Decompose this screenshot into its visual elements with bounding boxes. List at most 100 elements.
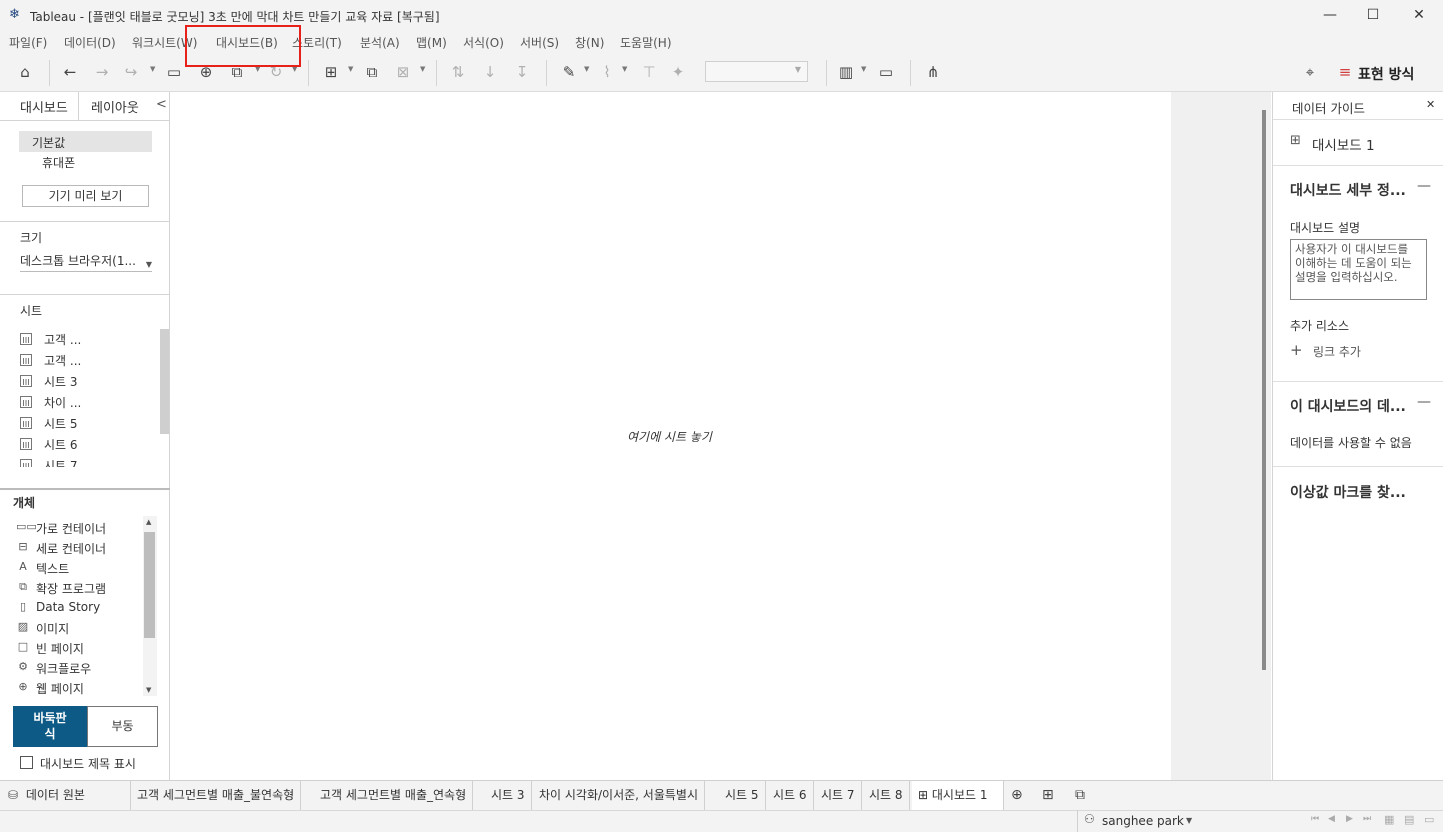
duplicate-sheet-icon[interactable]: ⧉: [361, 62, 383, 82]
description-textarea[interactable]: 사용자가 이 대시보드를 이해하는 데 도움이 되는 설명을 입력하십시오.: [1290, 239, 1427, 300]
show-cards-icon[interactable]: ▥: [835, 62, 857, 82]
menu-map[interactable]: 맵(M): [416, 34, 447, 51]
close-icon[interactable]: ✕: [1426, 98, 1435, 111]
object-item[interactable]: 이미지: [36, 620, 69, 637]
sheet-tab[interactable]: 시트 8: [863, 781, 910, 811]
device-preview-button[interactable]: 기기 미리 보기: [22, 185, 149, 207]
new-sheet-dropdown-icon[interactable]: ▼: [348, 65, 353, 73]
highlight-dropdown-icon[interactable]: ▼: [584, 65, 589, 73]
menu-help[interactable]: 도움말(H): [620, 34, 672, 51]
redo-icon[interactable]: →: [91, 62, 113, 82]
swap-icon[interactable]: ⇅: [447, 62, 469, 82]
menu-format[interactable]: 서식(O): [463, 34, 504, 51]
sheet-tab[interactable]: 시트 3: [485, 781, 532, 811]
object-item[interactable]: Data Story: [36, 600, 100, 614]
sheet-list-scrollbar[interactable]: [160, 329, 169, 434]
menu-data[interactable]: 데이터(D): [64, 34, 116, 51]
clear-sheet-icon[interactable]: ⊠: [392, 62, 414, 82]
object-item[interactable]: 확장 프로그램: [36, 580, 106, 597]
show-me-label[interactable]: 표현 방식: [1358, 64, 1414, 84]
scroll-down-icon[interactable]: ▼: [146, 686, 151, 694]
sort-descending-icon[interactable]: ↧: [511, 62, 533, 82]
show-title-checkbox[interactable]: [20, 756, 33, 769]
presentation-mode-icon[interactable]: ▭: [875, 62, 897, 82]
outliers-section-title[interactable]: 이상값 마크를 찾...: [1290, 482, 1406, 502]
collapse-icon[interactable]: —: [1417, 178, 1431, 194]
sheet-tab[interactable]: 고객 세그먼트별 매출_연속형: [314, 781, 474, 811]
share-icon[interactable]: ⋔: [922, 62, 944, 82]
last-sheet-icon[interactable]: ⏭: [1363, 814, 1371, 824]
sheet-tab[interactable]: 시트 6: [767, 781, 814, 811]
menu-server[interactable]: 서버(S): [520, 34, 559, 51]
new-sheet-icon[interactable]: ⊞: [320, 62, 342, 82]
menu-analysis[interactable]: 분석(A): [360, 34, 400, 51]
clear-dropdown-icon[interactable]: ▼: [420, 65, 425, 73]
menu-file[interactable]: 파일(F): [9, 34, 47, 51]
data-guide-icon[interactable]: ⌖: [1299, 62, 1321, 82]
floating-button[interactable]: 부동: [87, 706, 158, 747]
minimize-button[interactable]: —: [1307, 3, 1353, 27]
sheet-item[interactable]: 시트 6: [44, 436, 78, 453]
sheet-item[interactable]: 시트 5: [44, 415, 78, 432]
attach-icon[interactable]: ⌇: [596, 62, 618, 82]
canvas-scrollbar[interactable]: [1262, 110, 1266, 670]
replay-icon[interactable]: ↪: [120, 62, 142, 82]
sheet-tab[interactable]: 시트 7: [815, 781, 862, 811]
show-me-icon[interactable]: ≡: [1334, 62, 1356, 82]
label-icon[interactable]: ⊤: [638, 62, 660, 82]
sheet-tab[interactable]: 차이 시각화/이서준, 서울특별시: [533, 781, 706, 811]
object-item[interactable]: 빈 페이지: [36, 640, 84, 657]
object-item[interactable]: 텍스트: [36, 560, 69, 577]
object-item[interactable]: 웹 페이지: [36, 680, 84, 697]
sheet-item[interactable]: 시트 3: [44, 373, 78, 390]
highlight-icon[interactable]: ✎: [558, 62, 580, 82]
first-sheet-icon[interactable]: ⏮: [1311, 814, 1319, 824]
tab-data-source[interactable]: ⛁ 데이터 원본: [0, 781, 131, 811]
next-sheet-icon[interactable]: ▶: [1346, 814, 1353, 824]
new-dashboard-icon[interactable]: ⊞: [1042, 787, 1054, 803]
undo-icon[interactable]: ←: [59, 62, 81, 82]
grid-view-icon[interactable]: ▦: [1384, 813, 1394, 826]
device-phone[interactable]: 휴대폰: [42, 154, 75, 171]
add-link-button[interactable]: 링크 추가: [1313, 343, 1361, 360]
sheet-item[interactable]: 고객 ...: [44, 352, 81, 369]
object-item[interactable]: 워크플로우: [36, 660, 91, 677]
size-select[interactable]: 데스크톱 브라우저(1... ▼: [20, 252, 152, 272]
tab-layout[interactable]: 레이아웃: [91, 97, 139, 116]
data-section-title[interactable]: 이 대시보드의 데...: [1290, 396, 1406, 416]
sheet-item[interactable]: 차이 ...: [44, 394, 81, 411]
tiled-button[interactable]: 바둑판 식: [13, 706, 87, 747]
collapse-panel-icon[interactable]: <: [156, 97, 167, 112]
device-default[interactable]: 기본값: [32, 134, 65, 151]
new-story-icon[interactable]: ⧉: [1075, 787, 1085, 803]
replay-dropdown-icon[interactable]: ▼: [150, 65, 155, 73]
user-menu[interactable]: ⚇ sanghee park ▼: [1077, 810, 1201, 832]
menu-window[interactable]: 창(N): [575, 34, 604, 51]
prev-sheet-icon[interactable]: ◀: [1328, 814, 1335, 824]
collapse-icon[interactable]: —: [1417, 394, 1431, 410]
tab-dashboard-1[interactable]: ⊞ 대시보드 1: [912, 781, 1004, 811]
sheet-item[interactable]: 시트 7: [44, 457, 78, 467]
group-dropdown-icon[interactable]: ▼: [622, 65, 627, 73]
details-section-title[interactable]: 대시보드 세부 정...: [1290, 180, 1406, 200]
sheet-item[interactable]: 고객 ...: [44, 331, 81, 348]
fit-select[interactable]: ▼: [705, 61, 808, 82]
tab-view-icon[interactable]: ▭: [1424, 813, 1434, 826]
scroll-up-icon[interactable]: ▲: [146, 518, 151, 526]
tab-dashboard[interactable]: 대시보드: [20, 97, 68, 116]
object-item[interactable]: 가로 컨테이너: [36, 520, 106, 537]
close-button[interactable]: ✕: [1396, 3, 1442, 27]
sort-ascending-icon[interactable]: ↓: [479, 62, 501, 82]
object-list-scroll-thumb[interactable]: [144, 532, 155, 638]
show-cards-dropdown-icon[interactable]: ▼: [861, 65, 866, 73]
filmstrip-view-icon[interactable]: ▤: [1404, 813, 1414, 826]
object-item[interactable]: 세로 컨테이너: [36, 540, 106, 557]
sheet-tab[interactable]: 고객 세그먼트별 매출_불연속형: [131, 781, 302, 811]
new-worksheet-icon[interactable]: ⊕: [1011, 787, 1023, 803]
sheet-tab[interactable]: 시트 5: [719, 781, 766, 811]
plus-icon[interactable]: +: [1290, 341, 1303, 359]
pin-icon[interactable]: ✦: [667, 62, 689, 82]
save-icon[interactable]: ▭: [163, 62, 185, 82]
maximize-button[interactable]: ☐: [1350, 3, 1396, 27]
home-icon[interactable]: ⌂: [14, 62, 36, 82]
